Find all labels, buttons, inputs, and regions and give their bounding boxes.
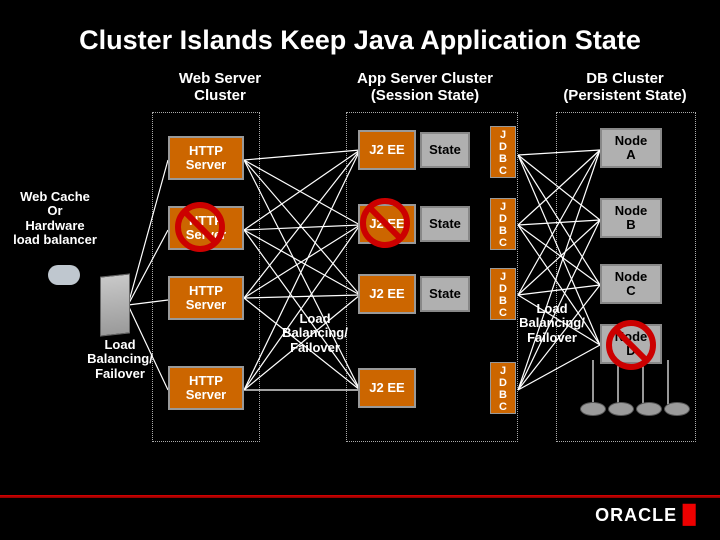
- oracle-logo-box-icon: ▉: [677, 505, 698, 525]
- col-head-db: DB Cluster(Persistent State): [540, 70, 710, 105]
- state-2: State: [420, 206, 470, 242]
- disk-icon-4: [664, 402, 690, 416]
- lb-server-icon: [100, 273, 130, 336]
- http-server-3: HTTPServer: [168, 276, 244, 320]
- footer-divider: [0, 495, 720, 498]
- lb-label-1: LoadBalancing/Failover: [80, 338, 160, 381]
- jdbc-1: JDBC: [490, 126, 516, 178]
- j2ee-1: J2 EE: [358, 130, 416, 170]
- slide-title: Cluster Islands Keep Java Application St…: [0, 0, 720, 66]
- prohibit-icon-http: [175, 202, 225, 252]
- cloud-icon: [48, 265, 80, 285]
- http-server-4: HTTPServer: [168, 366, 244, 410]
- db-node-a: NodeA: [600, 128, 662, 168]
- oracle-logo-text: ORACLE: [595, 505, 677, 525]
- db-node-c: NodeC: [600, 264, 662, 304]
- state-1: State: [420, 132, 470, 168]
- lb-label-3: LoadBalancing/Failover: [512, 302, 592, 345]
- prohibit-icon-db: [606, 320, 656, 370]
- prohibit-icon-j2ee: [360, 198, 410, 248]
- db-node-b: NodeB: [600, 198, 662, 238]
- j2ee-3: J2 EE: [358, 274, 416, 314]
- lb-label-2: LoadBalancing/Failover: [275, 312, 355, 355]
- disk-icon-2: [608, 402, 634, 416]
- diagram-stage: Web ServerCluster App Server Cluster(Ses…: [0, 70, 720, 490]
- http-server-1: HTTPServer: [168, 136, 244, 180]
- state-3: State: [420, 276, 470, 312]
- disk-icon-3: [636, 402, 662, 416]
- jdbc-4: JDBC: [490, 362, 516, 414]
- disk-icon-1: [580, 402, 606, 416]
- web-cache-label: Web CacheOrHardwareload balancer: [10, 190, 100, 247]
- col-head-web: Web ServerCluster: [150, 70, 290, 105]
- oracle-logo: ORACLE ▉: [595, 505, 698, 526]
- jdbc-2: JDBC: [490, 198, 516, 250]
- j2ee-4: J2 EE: [358, 368, 416, 408]
- col-head-app: App Server Cluster(Session State): [340, 70, 510, 105]
